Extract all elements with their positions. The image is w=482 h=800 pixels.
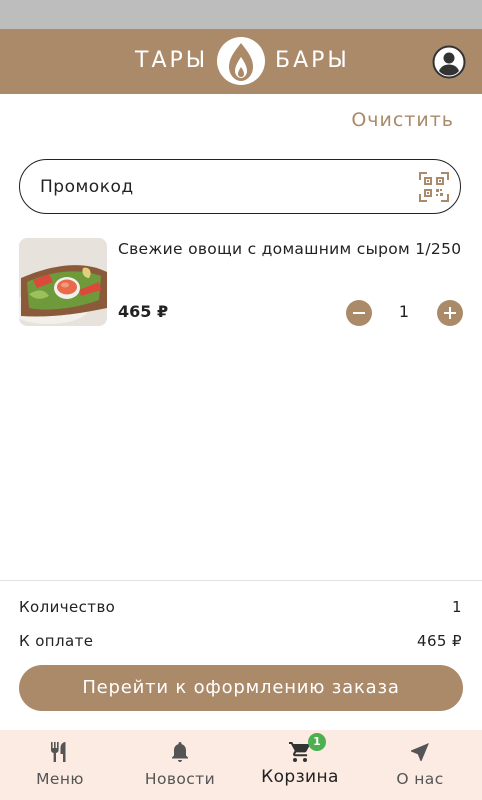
quantity-label: Количество: [19, 598, 116, 616]
product-photo: [19, 238, 107, 326]
nav-item-cart[interactable]: 1 Корзина: [240, 730, 360, 800]
logo-text-right: БАРЫ: [275, 48, 350, 73]
item-quantity: 1: [398, 302, 410, 321]
fork-knife-icon: [51, 742, 66, 762]
nav-label-menu: Меню: [36, 770, 84, 788]
promo-code-field: [19, 159, 461, 214]
item-name: Свежие овощи с домашним сыром 1/250: [118, 240, 462, 258]
total-value: 465 ₽: [417, 632, 462, 650]
item-price: 465 ₽: [118, 302, 169, 321]
cart-item: Свежие овощи с домашним сыром 1/250 465 …: [19, 238, 465, 330]
logo: ТАРЫ БАРЫ: [0, 29, 482, 94]
bottom-navigation: Меню Новости 1 Корзина О нас: [0, 730, 482, 800]
flame-logo-icon: [217, 37, 265, 85]
checkout-button[interactable]: Перейти к оформлению заказа: [19, 665, 463, 711]
promo-code-input[interactable]: [38, 172, 402, 202]
nav-label-news: Новости: [144, 770, 216, 788]
navigation-arrow-icon: [411, 743, 429, 761]
clear-cart-button[interactable]: Очистить: [351, 109, 454, 131]
status-bar: [0, 0, 482, 29]
nav-item-menu[interactable]: Меню: [0, 730, 120, 800]
order-summary: Количество 1 К оплате 465 ₽ Перейти к оф…: [0, 580, 482, 731]
increase-quantity-button[interactable]: [437, 300, 463, 326]
decrease-quantity-button[interactable]: [346, 300, 372, 326]
nav-item-about[interactable]: О нас: [360, 730, 480, 800]
cart-count-badge: 1: [308, 733, 326, 751]
bell-icon: [172, 742, 188, 762]
total-label: К оплате: [19, 632, 94, 650]
nav-label-about: О нас: [396, 770, 444, 788]
quantity-value: 1: [452, 598, 462, 616]
nav-item-news[interactable]: Новости: [120, 730, 240, 800]
nav-label-cart: Корзина: [261, 767, 339, 787]
app-header: ТАРЫ БАРЫ: [0, 29, 482, 94]
logo-text-left: ТАРЫ: [135, 48, 209, 73]
qr-code-icon[interactable]: [418, 171, 450, 203]
profile-icon[interactable]: [432, 45, 466, 79]
